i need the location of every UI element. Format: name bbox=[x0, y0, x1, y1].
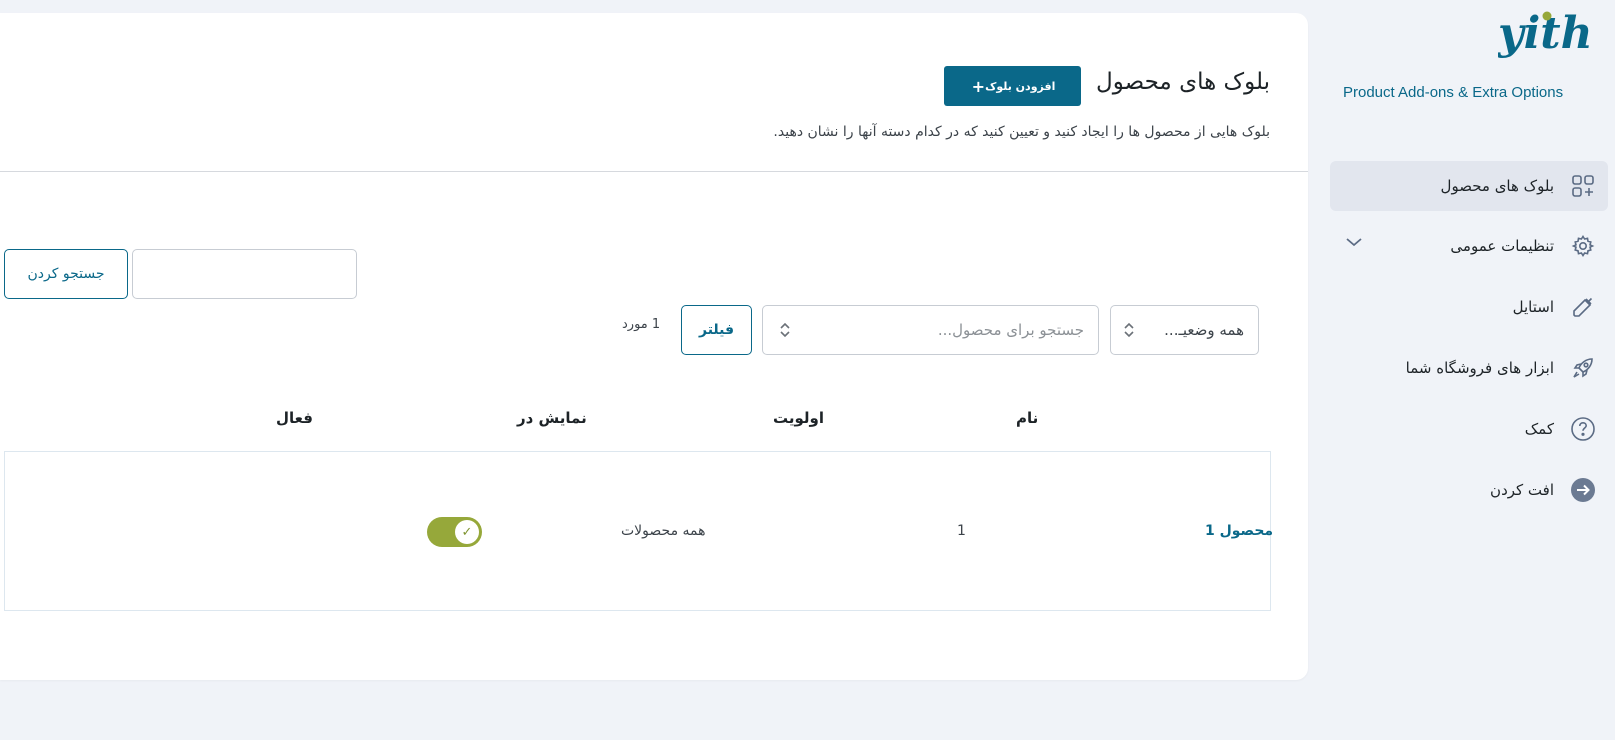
add-block-button-label: افزودن بلوک bbox=[985, 79, 1056, 93]
page-description: بلوک هایی از محصول ها را ایجاد کنید و تع… bbox=[773, 124, 1270, 140]
sidebar-item-label: تنظیمات عمومی bbox=[1450, 237, 1554, 255]
row-priority: 1 bbox=[957, 523, 966, 539]
blocks-add-icon bbox=[1570, 173, 1596, 199]
sidebar-item-label: افت کردن bbox=[1490, 481, 1554, 499]
product-search-select[interactable]: جستجو برای محصول... bbox=[762, 305, 1099, 355]
plus-icon: + bbox=[971, 76, 986, 96]
row-name-link[interactable]: محصول 1 bbox=[1205, 523, 1273, 539]
sidebar-item-general-settings[interactable]: تنظیمات عمومی bbox=[1330, 221, 1608, 271]
rocket-icon bbox=[1570, 355, 1596, 381]
arrow-circle-icon bbox=[1570, 477, 1596, 503]
help-circle-icon bbox=[1570, 416, 1596, 442]
sidebar-item-product-blocks[interactable]: بلوک های محصول bbox=[1330, 161, 1608, 211]
yith-logo: yith bbox=[1497, 8, 1593, 70]
row-active-toggle[interactable]: ✓ bbox=[427, 517, 482, 547]
eyedropper-icon bbox=[1570, 294, 1596, 320]
product-select-placeholder: جستجو برای محصول... bbox=[937, 321, 1084, 339]
sidebar-item-help[interactable]: کمک bbox=[1330, 404, 1608, 454]
sidebar-item-downgrade[interactable]: افت کردن bbox=[1330, 465, 1608, 515]
sidebar-item-label: استایل bbox=[1512, 298, 1554, 316]
row-show-in: همه محصولات bbox=[621, 523, 706, 539]
check-icon: ✓ bbox=[455, 520, 479, 544]
filter-button[interactable]: فیلتر bbox=[681, 305, 752, 355]
header-divider bbox=[0, 171, 1308, 172]
sidebar-item-label: بلوک های محصول bbox=[1440, 177, 1554, 195]
column-header-name[interactable]: نام bbox=[1016, 409, 1038, 427]
sidebar-item-label: ابزار های فروشگاه شما bbox=[1405, 359, 1554, 377]
search-button[interactable]: جستجو کردن bbox=[4, 249, 128, 299]
column-header-show-in: نمایش در bbox=[517, 409, 587, 427]
sidebar-item-style[interactable]: استایل bbox=[1330, 282, 1608, 332]
column-header-active: فعال bbox=[276, 409, 313, 427]
chevron-updown-icon bbox=[1124, 322, 1134, 338]
status-select-value: همه وضعیـ... bbox=[1164, 321, 1244, 339]
search-input[interactable] bbox=[132, 249, 357, 299]
gear-icon bbox=[1570, 233, 1596, 259]
add-block-button[interactable]: افزودن بلوک + bbox=[944, 66, 1081, 106]
chevron-down-icon[interactable] bbox=[1345, 236, 1363, 248]
status-select[interactable]: همه وضعیـ... bbox=[1110, 305, 1259, 355]
plugin-name: Product Add-ons & Extra Options bbox=[1343, 84, 1564, 101]
sidebar-item-store-tools[interactable]: ابزار های فروشگاه شما bbox=[1330, 343, 1608, 393]
sidebar-item-label: کمک bbox=[1524, 420, 1554, 438]
chevron-updown-icon bbox=[780, 322, 790, 338]
items-count: 1 مورد bbox=[622, 317, 661, 332]
page-title: بلوک های محصول bbox=[1096, 69, 1270, 95]
main-card: بلوک های محصول افزودن بلوک + بلوک هایی ا… bbox=[0, 13, 1308, 680]
column-header-priority[interactable]: اولویت bbox=[773, 409, 824, 427]
